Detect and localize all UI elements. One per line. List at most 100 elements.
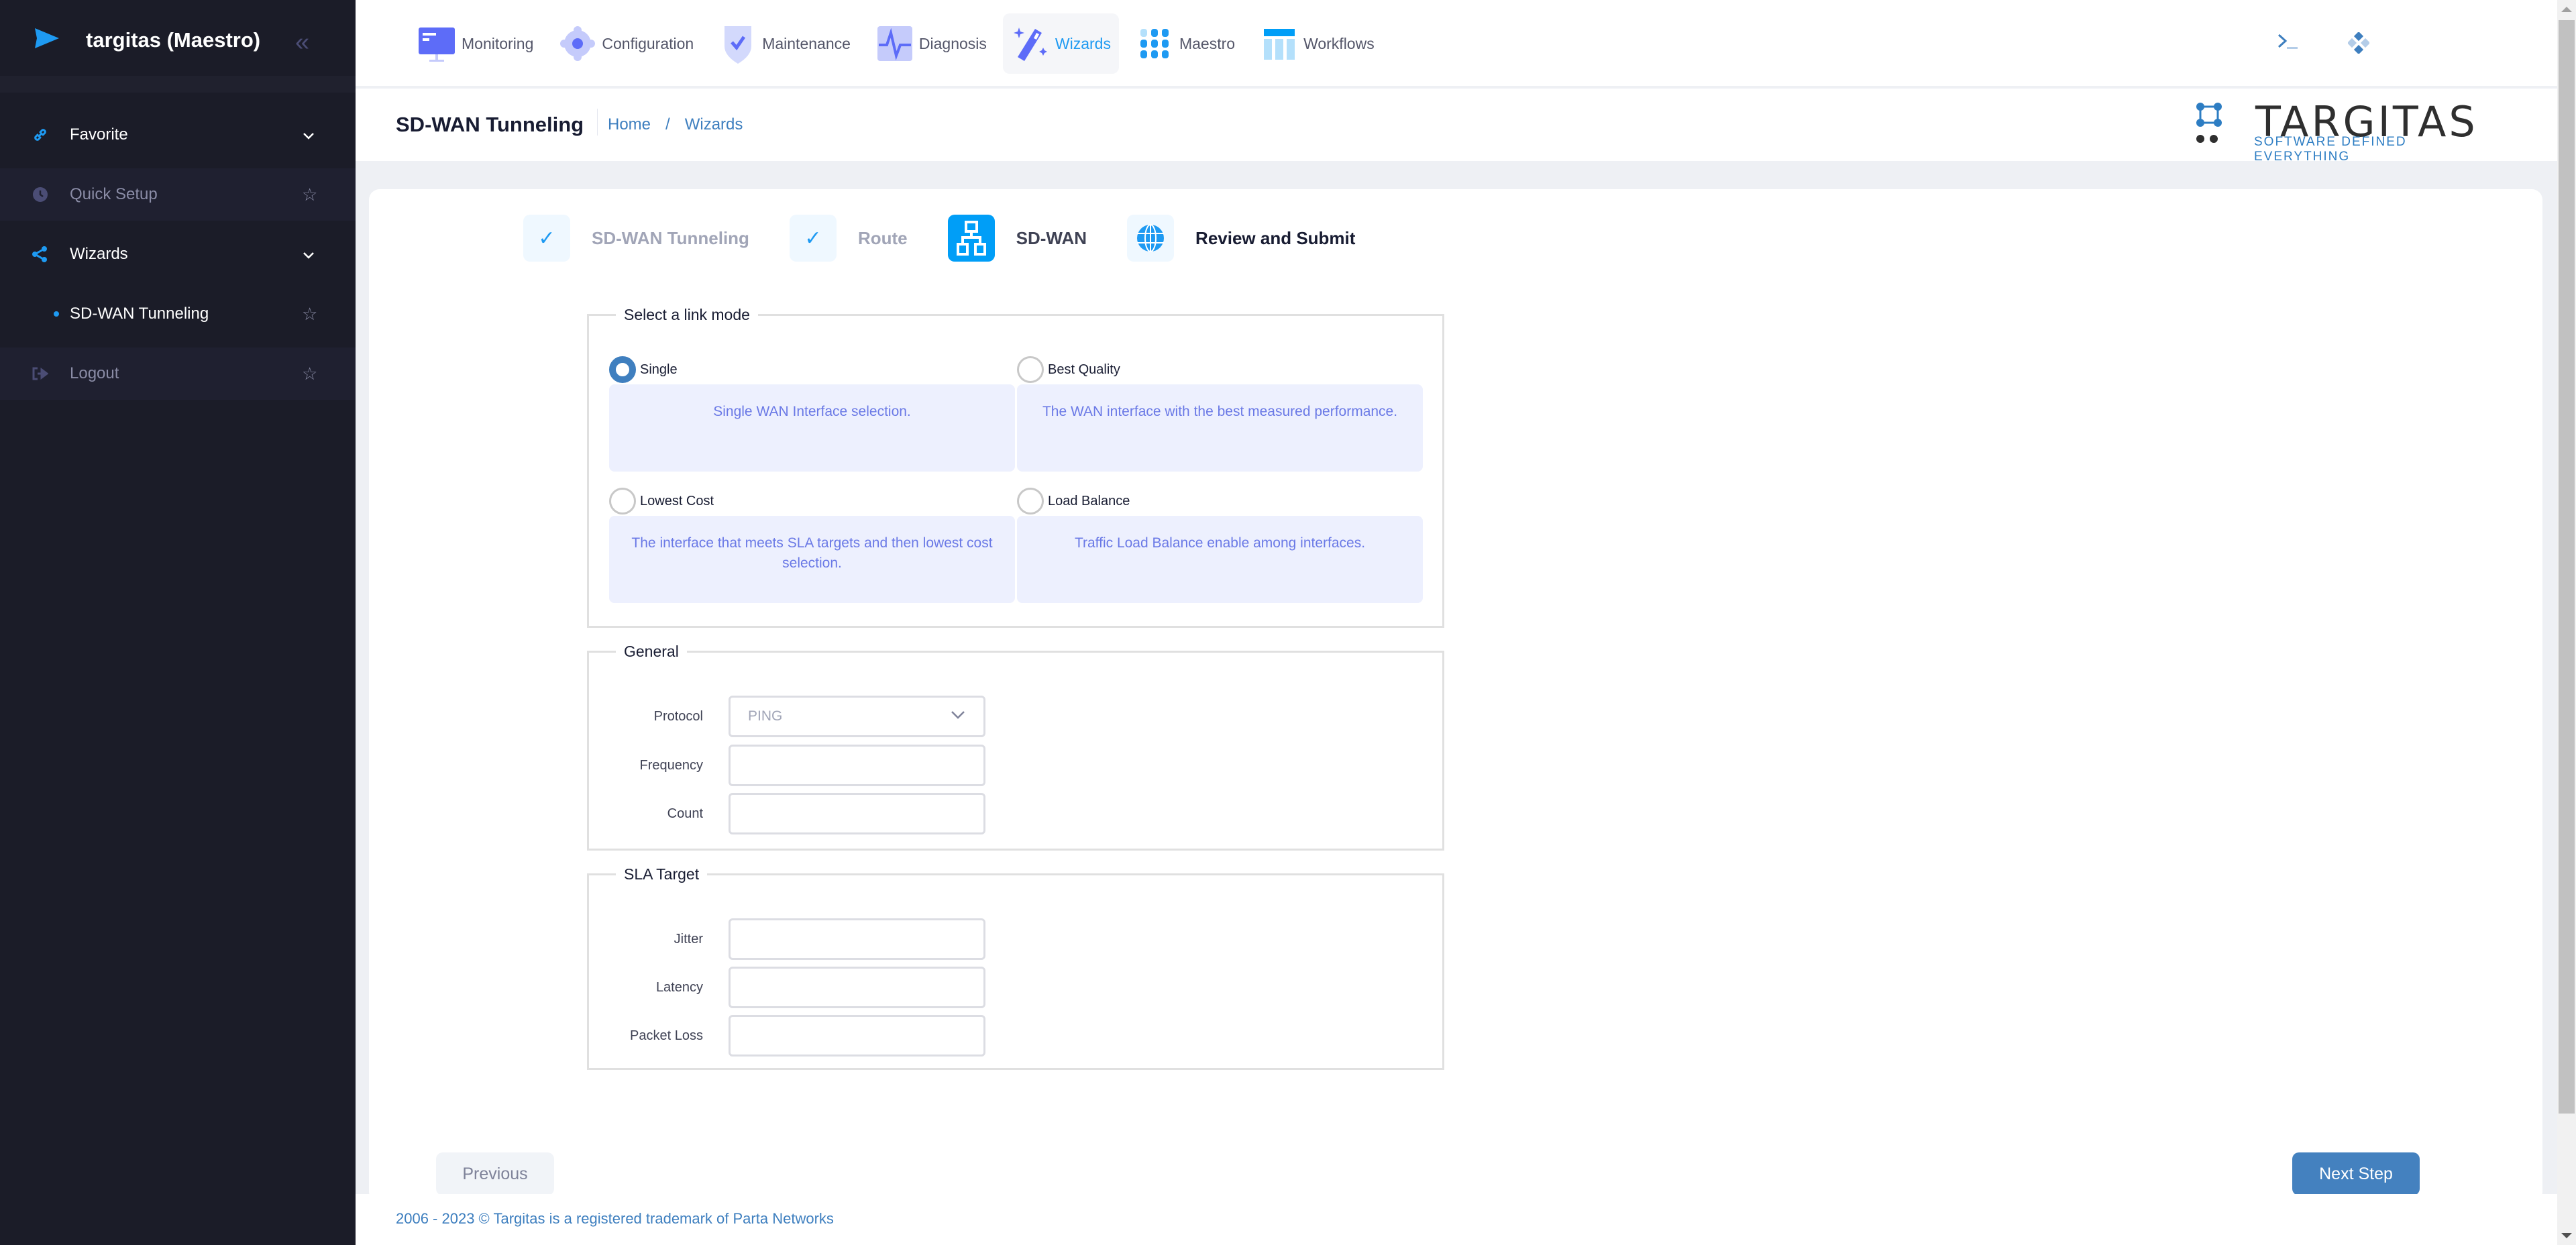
title-divider: [597, 109, 598, 136]
breadcrumb: Home / Wizards: [608, 115, 743, 134]
link-mode-legend: Select a link mode: [624, 306, 750, 323]
scroll-up-arrow-icon[interactable]: [2561, 7, 2572, 12]
copyright-text: 2006 - 2023 © Targitas is a registered t…: [396, 1210, 834, 1227]
nav-label: Workflows: [1303, 34, 1375, 52]
latency-input[interactable]: [729, 967, 985, 1008]
step-sd-wan[interactable]: SD-WAN: [947, 215, 1087, 262]
sla-target-fieldset: SLA Target Jitter Latency Packet Loss: [587, 865, 1444, 1070]
sidebar-item-logout[interactable]: Logout ☆: [0, 347, 356, 400]
collapse-sidebar-icon[interactable]: «: [295, 28, 309, 57]
frequency-input[interactable]: [729, 745, 985, 786]
logo-tagline: SOFTWARE DEFINED EVERYTHING: [2254, 135, 2407, 164]
protocol-label: Protocol: [653, 708, 703, 724]
breadcrumb-wizards[interactable]: Wizards: [685, 115, 743, 134]
wizard-stepper: ✓ SD-WAN Tunneling ✓ Route SD-WAN Review…: [523, 215, 1395, 262]
latency-row: Latency: [589, 967, 1059, 1008]
step-label: SD-WAN Tunneling: [592, 227, 749, 248]
radio-lowest-cost[interactable]: [609, 488, 636, 515]
page-title: SD-WAN Tunneling: [396, 113, 584, 136]
top-navbar: Monitoring Configuration Maintenance Dia…: [356, 0, 2557, 87]
network-icon: [947, 215, 995, 262]
sidebar-item-label: SD-WAN Tunneling: [70, 305, 209, 323]
targitas-logo: TARGITAS SOFTWARE DEFINED EVERYTHING: [2194, 97, 2502, 164]
jitter-row: Jitter: [589, 918, 1059, 960]
sidebar-item-wizards[interactable]: Wizards: [0, 228, 356, 280]
chevron-down-icon[interactable]: [302, 244, 315, 265]
scrollbar-thumb[interactable]: [2559, 20, 2575, 1114]
bullet-icon: [48, 306, 64, 322]
logo-mark-icon: [2196, 103, 2222, 143]
layout-icon: [1259, 23, 1299, 64]
breadcrumb-home[interactable]: Home: [608, 115, 651, 134]
star-icon[interactable]: ☆: [302, 184, 317, 205]
packet-loss-input[interactable]: [729, 1015, 985, 1057]
protocol-select[interactable]: PING: [729, 696, 985, 737]
main-nav: Monitoring Configuration Maintenance Dia…: [409, 13, 1391, 74]
option-best-quality[interactable]: Best Quality The WAN interface with the …: [1017, 356, 1423, 472]
frequency-row: Frequency: [589, 745, 1059, 786]
nav-label: Wizards: [1055, 34, 1111, 52]
gear-icon: [557, 23, 598, 64]
option-description: The WAN interface with the best measured…: [1017, 384, 1423, 472]
nav-item-wizards[interactable]: Wizards: [1002, 13, 1119, 74]
step-label: Review and Submit: [1195, 227, 1356, 248]
star-icon[interactable]: ☆: [302, 364, 317, 384]
step-label: SD-WAN: [1016, 227, 1087, 248]
option-label: Best Quality: [1048, 362, 1120, 377]
nav-item-workflows[interactable]: Workflows: [1251, 13, 1383, 74]
radio-best-quality[interactable]: [1017, 356, 1044, 383]
protocol-value: PING: [748, 708, 783, 724]
nav-label: Monitoring: [462, 34, 534, 52]
packet-loss-row: Packet Loss: [589, 1015, 1059, 1057]
share-icon: [32, 246, 48, 262]
nav-item-diagnosis[interactable]: Diagnosis: [867, 13, 995, 74]
latency-label: Latency: [655, 979, 703, 995]
next-step-button[interactable]: Next Step: [2292, 1152, 2420, 1195]
jitter-label: Jitter: [674, 931, 703, 946]
nav-item-maestro[interactable]: Maestro: [1127, 13, 1243, 74]
globe-icon: [1127, 215, 1175, 262]
check-icon: ✓: [789, 215, 837, 262]
sidebar-divider: [0, 76, 356, 93]
terminal-icon[interactable]: [2277, 32, 2299, 56]
sidebar-item-favorite[interactable]: Favorite: [0, 109, 356, 161]
sidebar-item-sd-wan-tunneling[interactable]: SD-WAN Tunneling ☆: [0, 288, 356, 340]
option-single[interactable]: Single Single WAN Interface selection.: [609, 356, 1015, 472]
nav-item-maintenance[interactable]: Maintenance: [710, 13, 859, 74]
jitter-input[interactable]: [729, 918, 985, 960]
general-legend: General: [624, 643, 679, 660]
step-review-and-submit[interactable]: Review and Submit: [1127, 215, 1355, 262]
monitor-icon: [417, 23, 458, 64]
sidebar-item-label: Favorite: [70, 125, 128, 144]
chevron-down-icon: [950, 708, 966, 726]
nav-item-monitoring[interactable]: Monitoring: [409, 13, 541, 74]
step-sd-wan-tunneling[interactable]: ✓ SD-WAN Tunneling: [523, 215, 749, 262]
packet-loss-label: Packet Loss: [630, 1028, 703, 1043]
scroll-down-arrow-icon[interactable]: [2561, 1233, 2572, 1238]
option-description: Traffic Load Balance enable among interf…: [1017, 516, 1423, 603]
nav-item-configuration[interactable]: Configuration: [549, 13, 702, 74]
protocol-row: Protocol PING: [589, 696, 1059, 737]
paper-plane-icon: [35, 28, 59, 53]
breadcrumb-separator: /: [665, 115, 670, 133]
radio-single[interactable]: [609, 356, 636, 383]
apps-icon[interactable]: [2347, 31, 2371, 57]
star-icon[interactable]: ☆: [302, 304, 317, 325]
count-input[interactable]: [729, 793, 985, 834]
chevron-down-icon[interactable]: [302, 125, 315, 146]
option-load-balance[interactable]: Load Balance Traffic Load Balance enable…: [1017, 488, 1423, 603]
grid-icon: [1135, 23, 1175, 64]
shield-check-icon: [718, 23, 758, 64]
previous-button[interactable]: Previous: [436, 1152, 554, 1195]
sidebar-item-label: Wizards: [70, 245, 128, 263]
option-lowest-cost[interactable]: Lowest Cost The interface that meets SLA…: [609, 488, 1015, 603]
pulse-icon: [875, 23, 915, 64]
step-route[interactable]: ✓ Route: [789, 215, 908, 262]
sidebar-item-quick-setup[interactable]: Quick Setup ☆: [0, 168, 356, 221]
count-label: Count: [667, 806, 703, 821]
page-scrollbar[interactable]: [2557, 0, 2576, 1245]
radio-load-balance[interactable]: [1017, 488, 1044, 515]
brand[interactable]: targitas (Maestro): [35, 24, 260, 56]
nav-label: Maintenance: [762, 34, 851, 52]
sidebar-item-label: Logout: [70, 364, 119, 382]
